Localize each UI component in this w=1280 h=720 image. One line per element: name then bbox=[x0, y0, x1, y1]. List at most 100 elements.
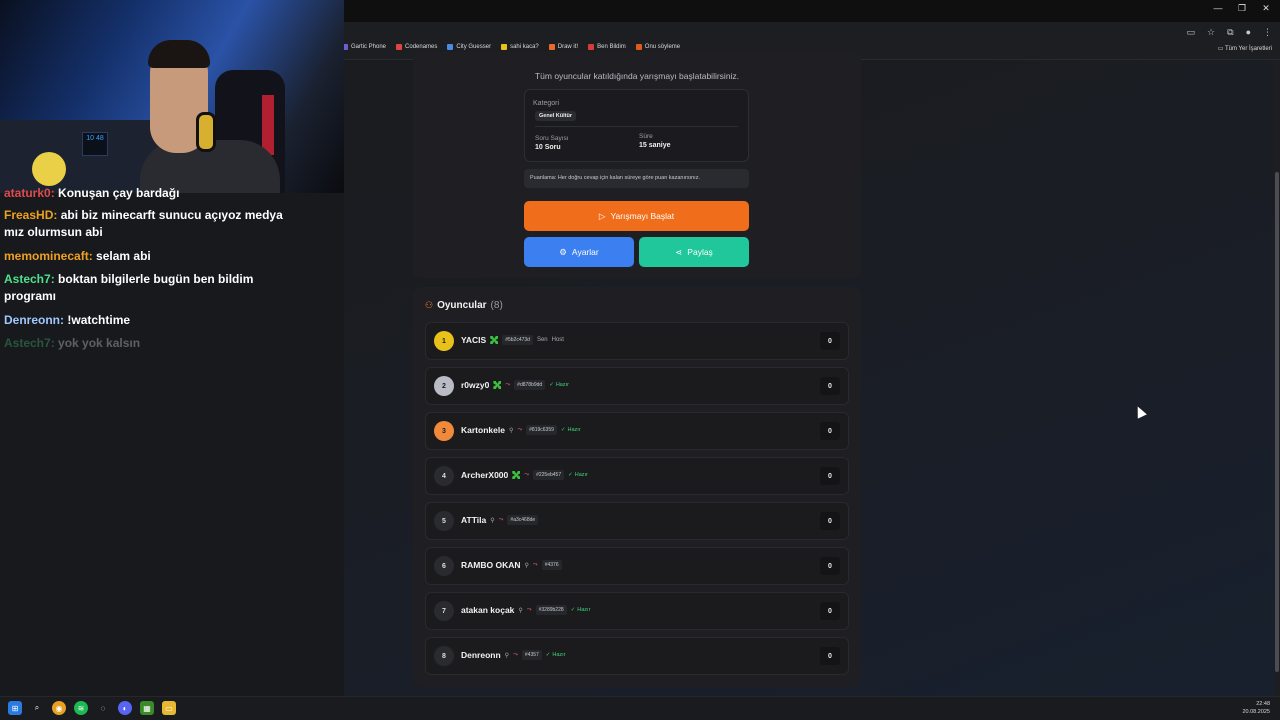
headset-icon bbox=[196, 112, 216, 152]
bookmark-item[interactable]: Gartic Phone bbox=[342, 44, 386, 50]
chat-username[interactable]: memominecaft bbox=[4, 249, 89, 263]
page-scrollbar[interactable] bbox=[1274, 60, 1280, 696]
share-button[interactable]: ⋖ Paylaş bbox=[639, 237, 749, 267]
player-rank: 5 bbox=[434, 511, 454, 531]
kick-icon[interactable]: ⤳ bbox=[527, 607, 532, 614]
taskbar: ⊞ ⌕ ◉ ≋ ◌ ◐ ▦ ▭ 22:48 20.08.2025 bbox=[0, 696, 1280, 720]
user-icon: ⚲ bbox=[490, 517, 495, 524]
scoring-note: Puanlama: Her doğru cevap için kalan sür… bbox=[524, 169, 749, 188]
file-explorer-icon[interactable]: ▭ bbox=[162, 701, 176, 715]
bookmark-label: Ben Bildim bbox=[597, 44, 626, 50]
player-score: 0 bbox=[820, 332, 840, 350]
player-name: Kartonkele bbox=[461, 425, 505, 435]
bookmark-favicon-icon bbox=[635, 44, 642, 50]
maximize-button[interactable]: ❐ bbox=[1234, 3, 1250, 14]
spotify-icon[interactable]: ≋ bbox=[74, 701, 88, 715]
player-id-tag: #d878b9dd bbox=[514, 380, 546, 390]
player-name: r0wzy0 bbox=[461, 380, 490, 390]
webcam-person-hair bbox=[148, 40, 210, 68]
minimize-button[interactable]: — bbox=[1210, 3, 1226, 14]
close-button[interactable]: ✕ bbox=[1258, 3, 1274, 14]
kick-icon[interactable]: ⤳ bbox=[499, 517, 504, 524]
toolbar-icons: ▭ ☆ ⧉ ● ⋮ bbox=[1187, 27, 1272, 38]
player-name-group: RAMBO OKAN ⚲ ⤳ #4376 bbox=[461, 560, 562, 570]
profile-icon[interactable]: ● bbox=[1246, 27, 1251, 38]
player-name-group: Denreonn ⚲ ⤳ #4357 ✓ Hazır bbox=[461, 650, 566, 660]
bookmark-favicon-icon bbox=[396, 44, 403, 50]
player-id-tag: #225eb457 bbox=[533, 470, 565, 480]
kick-icon[interactable]: ⤳ bbox=[513, 652, 518, 659]
bookmark-item[interactable]: Onu söyleme bbox=[635, 44, 680, 50]
settings-button[interactable]: ⚙ Ayarlar bbox=[524, 237, 634, 267]
minecraft-avatar-icon bbox=[512, 471, 521, 479]
player-rank: 4 bbox=[434, 466, 454, 486]
user-icon: ⚲ bbox=[524, 562, 529, 569]
cast-icon[interactable]: ▭ bbox=[1187, 27, 1196, 38]
discord-icon[interactable]: ◐ bbox=[118, 701, 132, 715]
kick-icon[interactable]: ⤳ bbox=[517, 427, 522, 434]
start-quiz-button[interactable]: ▷ Yarışmayı Başlat bbox=[524, 201, 749, 231]
all-bookmarks-button[interactable]: ▭ Tüm Yer İşaretleri bbox=[1218, 45, 1272, 52]
chat-separator: : bbox=[50, 336, 59, 350]
chat-message: FreasHD: abi biz minecarft sunucu açıyoz… bbox=[4, 207, 283, 224]
bookmark-item[interactable]: Codenames bbox=[396, 44, 437, 50]
host-badge: Host bbox=[551, 337, 564, 343]
info-divider bbox=[535, 126, 738, 127]
player-score: 0 bbox=[820, 422, 840, 440]
player-name: atakan koçak bbox=[461, 605, 515, 615]
smiley-emoji bbox=[32, 152, 66, 186]
windows-start-icon[interactable]: ⊞ bbox=[8, 701, 22, 715]
player-id-tag: #3289b228 bbox=[535, 605, 567, 615]
bookmark-label: Codenames bbox=[405, 44, 438, 50]
bookmark-label: City Guesser bbox=[456, 44, 492, 50]
bookmark-favicon-icon bbox=[588, 44, 595, 50]
chat-separator: : bbox=[53, 208, 61, 222]
kick-icon[interactable]: ⤳ bbox=[533, 562, 538, 569]
webcam-clock-display: 10 48 bbox=[82, 132, 108, 156]
webcam-overlay: 10 48 bbox=[0, 0, 344, 193]
extensions-icon[interactable]: ⧉ bbox=[1227, 27, 1233, 38]
you-badge: Sen bbox=[536, 337, 548, 343]
bookmark-item[interactable]: sahi kaca? bbox=[501, 44, 539, 50]
chat-separator: : bbox=[50, 186, 59, 200]
star-icon[interactable]: ☆ bbox=[1207, 27, 1215, 38]
kick-icon[interactable]: ⤳ bbox=[505, 382, 510, 389]
player-rank: 1 bbox=[434, 331, 454, 351]
bookmark-item[interactable]: City Guesser bbox=[447, 44, 491, 50]
bookmark-item[interactable]: Draw it! bbox=[548, 44, 578, 50]
chat-username[interactable]: Astech7 bbox=[4, 272, 51, 286]
search-icon[interactable]: ⌕ bbox=[30, 701, 44, 715]
obs-icon[interactable]: ◌ bbox=[96, 701, 110, 715]
player-id-tag: #4376 bbox=[541, 560, 562, 570]
player-id-tag: #819c6359 bbox=[526, 425, 557, 435]
quiz-info-box: Kategori Genel Kültür Soru Sayısı 10 Sor… bbox=[524, 89, 749, 162]
players-title: Oyuncular bbox=[437, 300, 487, 311]
chat-text: !watchtime bbox=[67, 313, 131, 327]
all-bookmarks-label: Tüm Yer İşaretleri bbox=[1224, 46, 1272, 52]
ready-label: Hazır bbox=[577, 607, 591, 613]
kick-icon[interactable]: ⤳ bbox=[524, 472, 529, 479]
bookmark-item[interactable]: Ben Bildim bbox=[588, 44, 626, 50]
player-name: RAMBO OKAN bbox=[461, 560, 521, 570]
taskbar-clock[interactable]: 22:48 20.08.2025 bbox=[1242, 700, 1270, 716]
player-name-group: ATTila ⚲ ⤳ #a3c468de bbox=[461, 515, 539, 525]
menu-icon[interactable]: ⋮ bbox=[1263, 27, 1272, 38]
player-score: 0 bbox=[820, 557, 840, 575]
chat-username[interactable]: Denreonn bbox=[4, 313, 60, 327]
chat-message: mız olurmsun abi bbox=[4, 224, 103, 241]
chat-text: selam abi bbox=[96, 249, 151, 263]
ready-label: Hazır bbox=[574, 472, 588, 478]
clock-time: 22:48 bbox=[1256, 701, 1270, 707]
minecraft-icon[interactable]: ▦ bbox=[140, 701, 154, 715]
chat-username[interactable]: Astech7 bbox=[4, 336, 51, 350]
player-rank: 8 bbox=[434, 646, 454, 666]
bookmark-favicon-icon bbox=[501, 44, 508, 50]
player-name: ATTila bbox=[461, 515, 487, 525]
scrollbar-thumb[interactable] bbox=[1275, 172, 1279, 672]
lobby-subtitle: Tüm oyuncular katıldığında yarışmayı baş… bbox=[534, 71, 740, 81]
chat-username[interactable]: FreasHD bbox=[4, 208, 53, 222]
chrome-icon[interactable]: ◉ bbox=[52, 701, 66, 715]
chat-username[interactable]: ataturk0 bbox=[4, 186, 51, 200]
player-score: 0 bbox=[820, 467, 840, 485]
share-icon: ⋖ bbox=[675, 246, 683, 257]
